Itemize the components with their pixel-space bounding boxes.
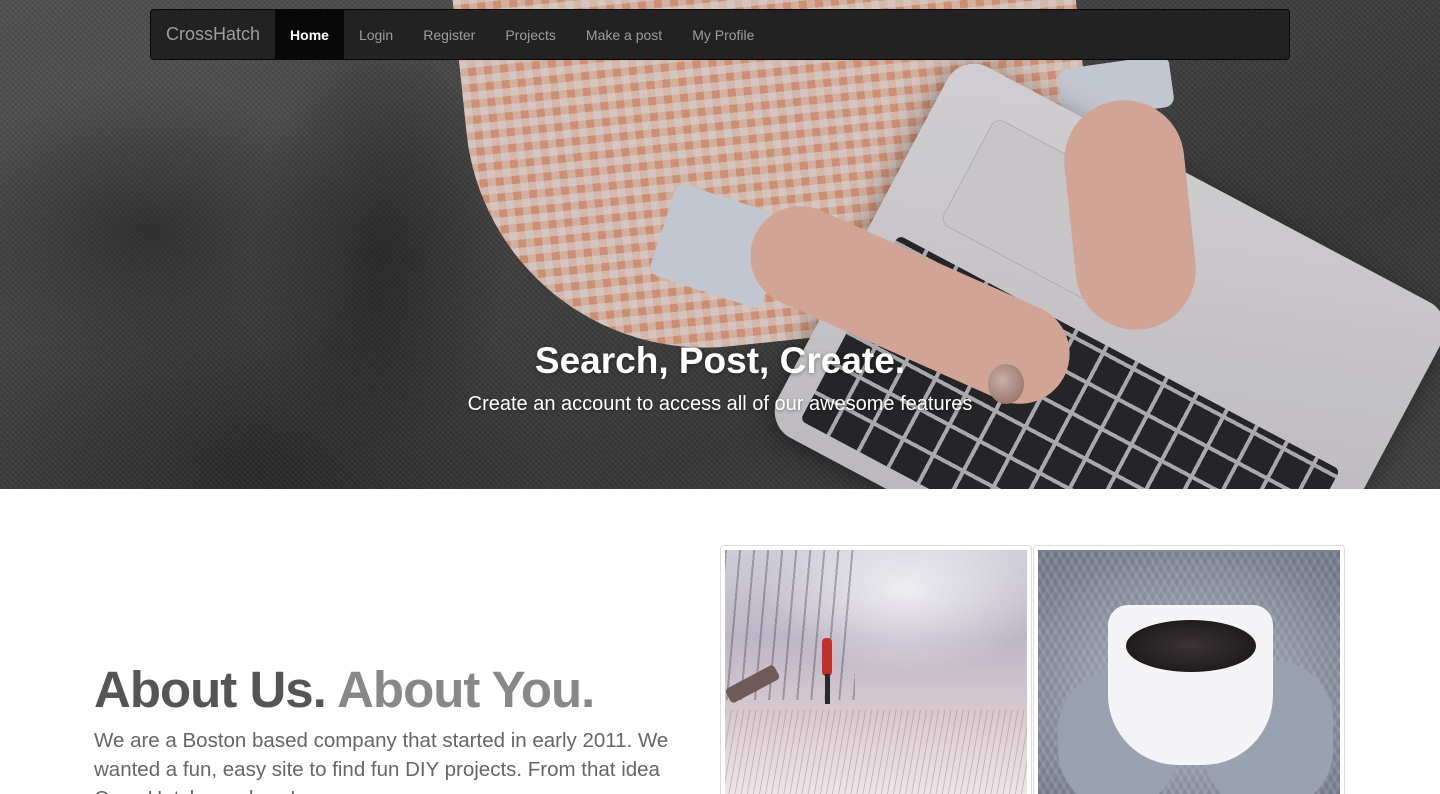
nav-item-make-a-post[interactable]: Make a post bbox=[571, 10, 677, 59]
nav-item-projects[interactable]: Projects bbox=[490, 10, 571, 59]
nav-item-home[interactable]: Home bbox=[275, 10, 344, 59]
grass-decoration bbox=[725, 710, 1027, 794]
about-heading-us: About Us. bbox=[94, 661, 327, 718]
gallery-thumbnail-coffee[interactable] bbox=[1033, 545, 1345, 794]
gallery-thumbnail-snow[interactable] bbox=[720, 545, 1032, 794]
nav-item-my-profile[interactable]: My Profile bbox=[677, 10, 769, 59]
top-navbar: CrossHatch Home Login Register Projects … bbox=[150, 9, 1290, 60]
nav-item-register[interactable]: Register bbox=[408, 10, 490, 59]
about-description: We are a Boston based company that start… bbox=[94, 729, 669, 794]
about-heading: About Us. About You. bbox=[94, 660, 595, 719]
brand-link[interactable]: CrossHatch bbox=[151, 10, 275, 59]
about-heading-you: About You. bbox=[337, 661, 595, 718]
person-legs bbox=[825, 674, 830, 704]
coffee-surface bbox=[1126, 620, 1256, 672]
nav-menu: Home Login Register Projects Make a post… bbox=[275, 10, 769, 59]
snow-forest-image bbox=[725, 550, 1027, 794]
coffee-mittens-image bbox=[1038, 550, 1340, 794]
hero-title: Search, Post, Create. bbox=[534, 340, 906, 381]
person-figure bbox=[822, 638, 832, 676]
trees-decoration bbox=[725, 550, 855, 700]
hero-subtitle: Create an account to access all of our a… bbox=[467, 393, 973, 415]
hero-banner: Search, Post, Create. Create an account … bbox=[0, 0, 1440, 489]
nav-item-login[interactable]: Login bbox=[344, 10, 408, 59]
